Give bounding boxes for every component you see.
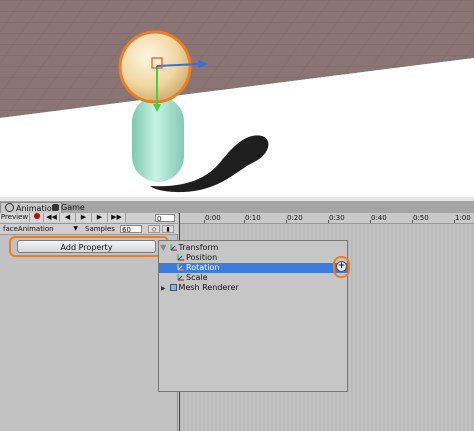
list-item-label: Rotation bbox=[186, 263, 220, 272]
transform-axes-icon bbox=[177, 254, 184, 261]
list-item-selected[interactable]: Rotation bbox=[159, 263, 347, 273]
scene-graphic bbox=[0, 0, 474, 197]
add-keyframe-icon: ◇ bbox=[151, 226, 157, 233]
add-property-button[interactable]: Add Property bbox=[17, 240, 156, 253]
next-keyframe-icon: ▶ bbox=[96, 213, 103, 221]
add-keyframe-button[interactable]: ◇ bbox=[148, 225, 160, 233]
preview-label: Preview bbox=[0, 213, 29, 221]
popup-chevron-down-icon: ▼ bbox=[160, 243, 167, 252]
list-item[interactable]: Scale bbox=[177, 273, 349, 283]
tick-label: 0:10 bbox=[245, 214, 261, 222]
prev-keyframe-button[interactable]: ◀ bbox=[60, 213, 76, 222]
frame-field[interactable]: 0 bbox=[155, 214, 175, 223]
tick-mark bbox=[454, 220, 455, 223]
animation-toolbar: Preview ◀◀ ◀ ▶ ▶ ▶▶ 0 bbox=[0, 213, 178, 224]
next-keyframe-button[interactable]: ▶ bbox=[92, 213, 108, 222]
list-item-label: Mesh Renderer bbox=[178, 283, 239, 292]
tick-label: 0:40 bbox=[371, 214, 387, 222]
tab-game-label: Game bbox=[61, 203, 85, 212]
play-icon: ▶ bbox=[80, 213, 87, 221]
samples-field[interactable]: 60 bbox=[120, 225, 142, 234]
game-controller-icon bbox=[52, 204, 59, 211]
mesh-renderer-icon bbox=[169, 284, 177, 291]
clip-toolbar: faceAnimation ▼ Samples 60 ◇ ▮ bbox=[0, 224, 178, 235]
play-button[interactable]: ▶ bbox=[76, 213, 92, 222]
record-dot-icon bbox=[33, 213, 40, 219]
tick-label: 0:50 bbox=[413, 214, 429, 222]
transform-axes-icon bbox=[169, 244, 177, 251]
tick-mark bbox=[204, 220, 205, 223]
tick-mark bbox=[328, 220, 329, 223]
animation-clock-icon bbox=[5, 203, 14, 212]
add-event-button[interactable]: ▮ bbox=[162, 225, 174, 233]
prev-keyframe-icon: ◀ bbox=[64, 213, 71, 221]
tick-label: 0:30 bbox=[329, 214, 345, 222]
chevron-right-icon[interactable]: ▶ bbox=[161, 284, 167, 294]
list-item-label: Position bbox=[186, 253, 218, 262]
list-item[interactable]: Position bbox=[177, 253, 349, 263]
tick-label: 1:00 bbox=[455, 214, 471, 222]
preview-toggle[interactable]: Preview bbox=[0, 213, 30, 222]
last-keyframe-icon: ▶▶ bbox=[111, 213, 122, 221]
tick-mark bbox=[286, 220, 287, 223]
clip-select[interactable]: faceAnimation ▼ bbox=[0, 224, 80, 234]
clip-name: faceAnimation bbox=[3, 225, 54, 233]
transform-axes-icon bbox=[177, 264, 184, 271]
first-keyframe-icon: ◀◀ bbox=[46, 213, 57, 221]
time-ruler[interactable]: 0:00 0:10 0:20 0:30 0:40 0:50 1:00 bbox=[179, 213, 474, 224]
add-curve-button[interactable]: + bbox=[336, 261, 347, 272]
samples-label: Samples bbox=[85, 225, 115, 233]
tick-mark bbox=[244, 220, 245, 223]
add-property-popup: ▼ Transform Position Rotation Scale ▶ Me… bbox=[158, 240, 348, 392]
add-event-icon: ▮ bbox=[166, 226, 170, 233]
transform-axes-icon bbox=[177, 274, 184, 281]
record-button[interactable] bbox=[30, 213, 44, 222]
list-item-label: Scale bbox=[186, 273, 208, 282]
tick-mark bbox=[412, 220, 413, 223]
tick-label: 0:00 bbox=[205, 214, 221, 222]
first-keyframe-button[interactable]: ◀◀ bbox=[44, 213, 60, 222]
last-keyframe-button[interactable]: ▶▶ bbox=[108, 213, 126, 222]
sphere-object[interactable] bbox=[118, 30, 192, 104]
tick-mark bbox=[370, 220, 371, 223]
tab-game[interactable]: Game bbox=[48, 202, 89, 213]
list-item-label: Transform bbox=[178, 243, 219, 252]
list-item[interactable]: ▶ Mesh Renderer bbox=[161, 283, 349, 293]
tick-label: 0:20 bbox=[287, 214, 303, 222]
scene-view[interactable] bbox=[0, 0, 474, 197]
list-item[interactable]: ▼ Transform bbox=[161, 243, 349, 253]
chevron-down-icon: ▼ bbox=[73, 225, 78, 232]
